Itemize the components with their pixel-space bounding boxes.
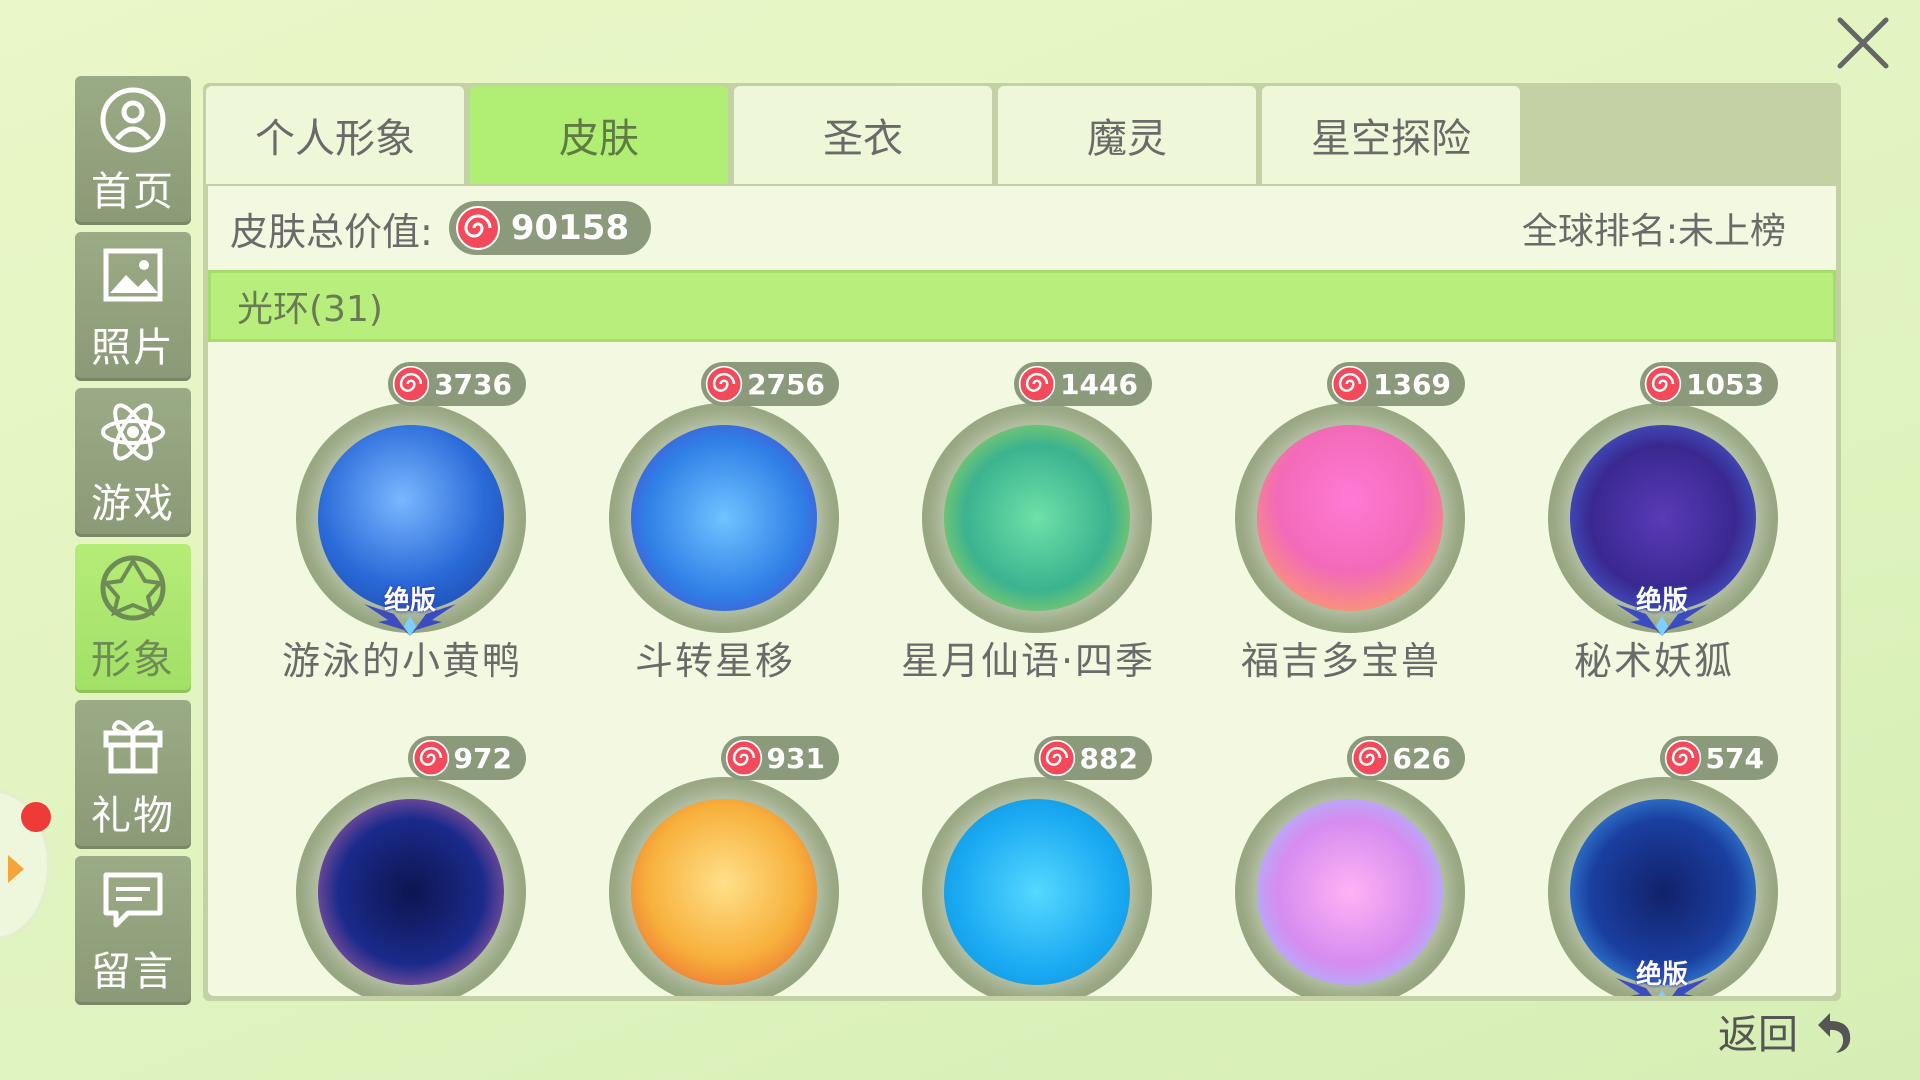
price-tag: 626 [1346,736,1465,780]
message-icon [103,872,163,927]
price-value: 931 [766,741,825,775]
skin-item[interactable]: 931 [559,736,871,996]
skin-item[interactable]: 1369 福吉多宝兽 [1185,362,1497,734]
candy-swirl-icon [725,739,762,777]
tab-spirits[interactable]: 魔灵 [998,86,1256,184]
skin-orb [631,425,817,611]
price-value: 882 [1079,741,1138,775]
price-value: 1446 [1060,367,1138,401]
price-value: 626 [1392,741,1451,775]
tab-bar: 个人形象 皮肤 圣衣 魔灵 星空探险 [206,86,1838,184]
skin-item[interactable]: 882 [872,736,1184,996]
sidebar: 首页 照片 游戏 形象 礼物 留言 [75,76,191,1012]
price-tag: 972 [407,736,526,780]
price-value: 2756 [747,367,825,401]
price-tag: 1053 [1640,362,1778,406]
candy-swirl-icon [1664,739,1701,777]
back-label: 返回 [1718,1012,1798,1058]
sidebar-item-home[interactable]: 首页 [75,76,191,225]
price-tag: 931 [720,736,839,780]
sidebar-item-messages[interactable]: 留言 [75,856,191,1005]
badge-label: 绝版 [1635,586,1688,616]
global-rank: 全球排名:未上榜 [1521,211,1786,252]
skin-name: 斗转星移 [634,639,795,683]
chevron-right-icon [8,855,24,883]
limited-edition-badge: 绝版 [1610,954,1714,996]
price-value: 3736 [434,367,512,401]
notification-dot [21,802,51,832]
price-tag: 882 [1033,736,1152,780]
candy-swirl-icon [1644,365,1682,403]
main-panel: 个人形象 皮肤 圣衣 魔灵 星空探险 皮肤总价值: 90158 全球排名:未上榜… [203,83,1841,1001]
total-value-pill: 90158 [448,201,652,255]
candy-swirl-icon [455,206,500,250]
tab-personal-image[interactable]: 个人形象 [206,86,464,184]
skin-item[interactable]: 3736 绝版游泳的小黄鸭 [246,362,558,734]
price-value: 1369 [1373,367,1451,401]
skin-item[interactable]: 2756 斗转星移 [559,362,871,734]
candy-swirl-icon [392,365,430,403]
return-arrow-icon [1818,1013,1851,1053]
close-icon [1837,17,1889,69]
skin-orb [631,799,817,985]
sidebar-item-photos[interactable]: 照片 [75,232,191,381]
skin-orb [1257,799,1443,985]
sidebar-item-label: 游戏 [91,480,175,527]
sidebar-item-label: 形象 [91,636,175,683]
skin-name: 福吉多宝兽 [1240,639,1441,683]
badge-label: 绝版 [1635,960,1688,990]
candy-swirl-icon [1018,365,1056,403]
user-icon [100,87,166,152]
candy-swirl-icon [1351,739,1388,777]
sidebar-item-label: 首页 [91,168,175,215]
photo-icon [103,248,163,301]
price-tag: 2756 [701,362,839,406]
skin-grid: 3736 绝版 游泳的小黄鸭 2756 斗转星移 1446 星月仙语·四季 1369 福吉多宝兽… [208,342,1836,996]
sidebar-item-games[interactable]: 游戏 [75,388,191,537]
sidebar-item-avatar[interactable]: 形象 [75,544,191,693]
skin-item[interactable]: 972 [246,736,558,996]
total-value-label: 皮肤总价值: [230,209,433,254]
price-tag: 1369 [1327,362,1465,406]
sidebar-item-label: 留言 [91,948,175,995]
skin-orb [1257,425,1443,611]
skin-orb [944,425,1130,611]
sidebar-item-label: 礼物 [91,792,175,839]
tab-star-exploration[interactable]: 星空探险 [1262,86,1520,184]
price-tag: 1446 [1014,362,1152,406]
skin-item[interactable]: 1053 绝版秘术妖狐 [1498,362,1810,734]
sidebar-item-gifts[interactable]: 礼物 [75,700,191,849]
price-value: 972 [453,741,512,775]
skin-name: 游泳的小黄鸭 [281,639,522,683]
atom-icon [101,402,165,461]
badge-label: 绝版 [383,586,436,616]
skin-item[interactable]: 574 绝版 [1498,736,1810,996]
candy-swirl-icon [705,365,743,403]
back-button[interactable]: 返回 [1718,1002,1860,1060]
skin-orb [944,799,1130,985]
sidebar-item-label: 照片 [91,324,175,371]
avatar-star-icon [100,555,166,620]
skin-name: 秘术妖狐 [1573,639,1734,683]
category-label: 光环(31) [237,289,383,330]
skin-name: 星月仙语·四季 [900,639,1156,683]
price-tag: 574 [1659,736,1778,780]
skin-content: 皮肤总价值: 90158 全球排名:未上榜 光环(31) 3736 绝版 游泳的小黄… [208,186,1836,996]
candy-swirl-icon [1331,365,1369,403]
price-tag: 3736 [388,362,526,406]
close-button[interactable] [1830,10,1896,76]
candy-swirl-icon [412,739,449,777]
skin-orb [318,799,504,985]
skin-item[interactable]: 1446 星月仙语·四季 [872,362,1184,734]
price-value: 574 [1705,741,1764,775]
skin-summary: 皮肤总价值: 90158 全球排名:未上榜 [208,186,1836,270]
skin-item[interactable]: 626 [1185,736,1497,996]
tab-skins[interactable]: 皮肤 [470,86,728,184]
category-header[interactable]: 光环(31) [208,270,1836,342]
tab-holy-armor[interactable]: 圣衣 [734,86,992,184]
candy-swirl-icon [1038,739,1075,777]
price-value: 1053 [1686,367,1764,401]
total-value: 90158 [510,208,630,248]
gift-icon [103,719,163,773]
